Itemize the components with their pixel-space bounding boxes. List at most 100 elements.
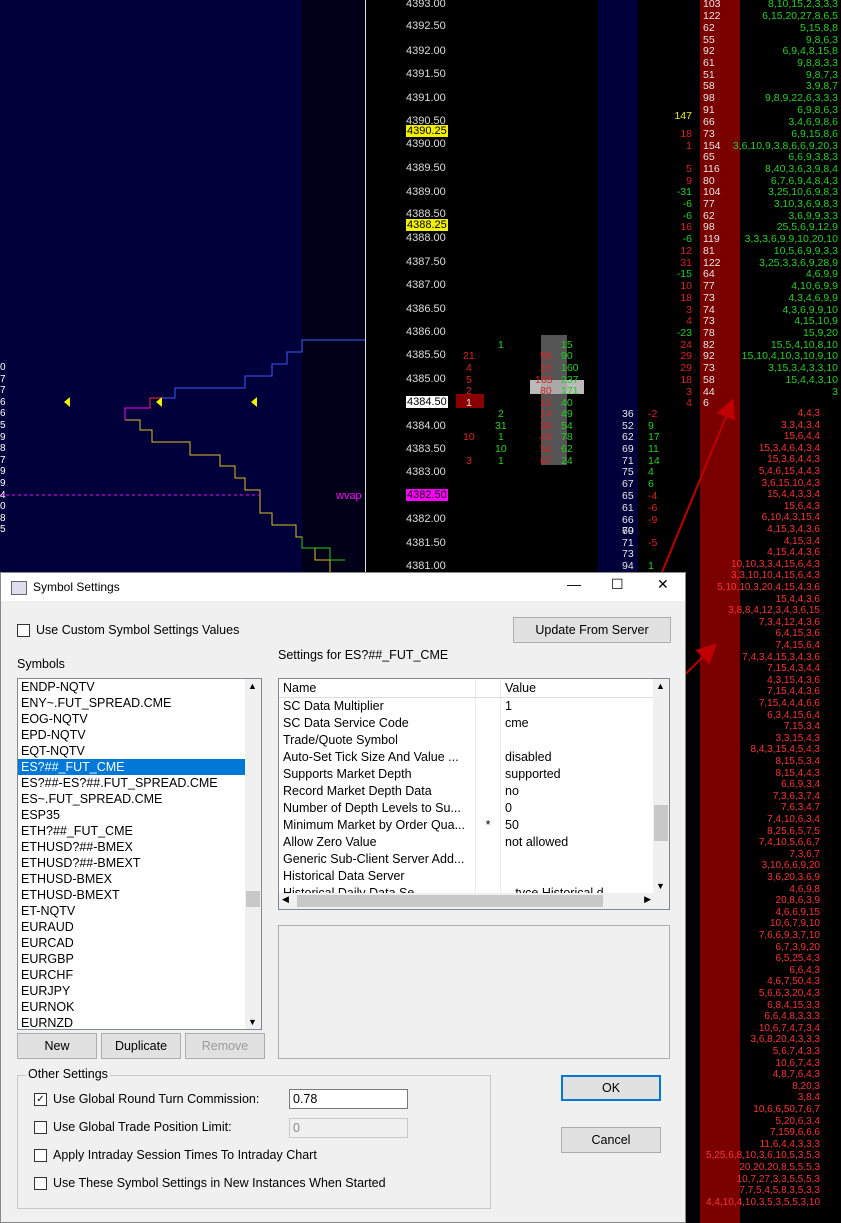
settings-for-label: Settings for ES?##_FUT_CME [278,648,449,662]
setting-name: Minimum Market by Order Qua... [279,817,476,834]
setting-star [476,766,501,783]
symbol-list-item[interactable]: EURNOK [18,999,261,1015]
settings-row[interactable]: Auto-Set Tick Size And Value ... disabled [279,749,669,766]
global-position-input[interactable]: 0 [289,1118,408,1138]
duplicate-button[interactable]: Duplicate [101,1033,181,1059]
settings-row[interactable]: SC Data Multiplier 1 [279,698,669,715]
symbol-list-item[interactable]: EOG-NQTV [18,711,261,727]
grid-hscroll[interactable]: ◀ ▶ [279,893,654,909]
symbol-list-item[interactable]: EURJPY [18,983,261,999]
symbol-list-item[interactable]: ENY~.FUT_SPREAD.CME [18,695,261,711]
setting-star [476,749,501,766]
new-button[interactable]: New [17,1033,97,1059]
description-panel [278,925,670,1059]
setting-value[interactable]: cme [501,715,669,732]
settings-row[interactable]: SC Data Service Code cme [279,715,669,732]
symbol-list-item[interactable]: ES~.FUT_SPREAD.CME [18,791,261,807]
close-icon[interactable]: ✕ [657,576,669,593]
symbol-list-item[interactable]: EURAUD [18,919,261,935]
symbol-list-item[interactable]: ETH?##_FUT_CME [18,823,261,839]
grid-scroll-left-icon[interactable]: ◀ [282,894,289,905]
remove-button[interactable]: Remove [185,1033,265,1059]
maximize-icon[interactable]: ☐ [611,576,624,593]
symbol-list-item[interactable]: ETHUSD-BMEXT [18,887,261,903]
scroll-up-icon[interactable]: ▲ [248,681,257,691]
symbol-list-item[interactable]: EURNZD [18,1015,261,1029]
symbol-list-item[interactable]: ETHUSD?##-BMEXT [18,855,261,871]
global-position-checkbox[interactable] [34,1120,47,1134]
symbols-list[interactable]: ENDP-NQTV ENY~.FUT_SPREAD.CME EOG-NQTV EPD-… [17,678,262,1030]
settings-row[interactable]: Allow Zero Value not allowed [279,834,669,851]
settings-row[interactable]: Supports Market Depth supported [279,766,669,783]
symbol-list-item[interactable]: ESP35 [18,807,261,823]
dialog-titlebar[interactable]: Symbol Settings — ☐ ✕ [1,573,685,601]
setting-value[interactable]: no [501,783,669,800]
scroll-thumb[interactable] [246,891,260,907]
grid-header: Name Value [279,679,669,698]
value-column-header[interactable]: Value [501,679,669,697]
global-commission-input[interactable]: 0.78 [289,1089,408,1109]
global-commission-checkbox[interactable]: ✓ [34,1092,47,1106]
intraday-session-row[interactable]: Apply Intraday Session Times To Intraday… [34,1148,317,1162]
minimize-icon[interactable]: — [567,576,581,592]
name-column-header[interactable]: Name [279,679,476,697]
symbol-list-item[interactable]: EPD-NQTV [18,727,261,743]
setting-value[interactable]: 50 [501,817,669,834]
symbol-list-item[interactable]: EURCHF [18,967,261,983]
setting-star [476,732,501,749]
symbol-list-item[interactable]: EURCAD [18,935,261,951]
grid-scroll-down-icon[interactable]: ▼ [656,881,665,891]
grid-scroll-up-icon[interactable]: ▲ [656,681,665,691]
setting-value[interactable] [501,851,669,868]
grid-scroll-thumb[interactable] [654,805,668,841]
setting-star [476,868,501,885]
setting-star [476,851,501,868]
global-commission-row[interactable]: ✓ Use Global Round Turn Commission: [34,1092,259,1106]
grid-hscroll-thumb[interactable] [297,895,603,907]
other-settings-group: Other Settings ✓ Use Global Round Turn C… [17,1067,491,1209]
grid-scroll-right-icon[interactable]: ▶ [644,894,651,905]
window-icon [11,581,27,595]
new-instances-checkbox[interactable] [34,1176,47,1190]
new-instances-row[interactable]: Use These Symbol Settings in New Instanc… [34,1176,386,1190]
setting-value[interactable]: 0 [501,800,669,817]
symbol-list-item[interactable]: ET-NQTV [18,903,261,919]
use-custom-checkbox-row[interactable]: Use Custom Symbol Settings Values [17,623,239,637]
scroll-down-icon[interactable]: ▼ [248,1017,257,1027]
cancel-button[interactable]: Cancel [561,1127,661,1153]
symbols-scrollbar[interactable]: ▲ ▼ [245,679,261,1029]
setting-value[interactable] [501,868,669,885]
symbols-label: Symbols [17,657,65,671]
global-position-row[interactable]: Use Global Trade Position Limit: [34,1120,232,1134]
ok-button[interactable]: OK [561,1075,661,1101]
dialog-title: Symbol Settings [33,580,120,594]
intraday-session-checkbox[interactable] [34,1148,47,1162]
settings-row[interactable]: Number of Depth Levels to Su... 0 [279,800,669,817]
setting-name: Generic Sub-Client Server Add... [279,851,476,868]
settings-row[interactable]: Record Market Depth Data no [279,783,669,800]
settings-row[interactable]: Trade/Quote Symbol [279,732,669,749]
settings-row[interactable]: Minimum Market by Order Qua... * 50 [279,817,669,834]
symbol-list-item[interactable]: ETHUSD-BMEX [18,871,261,887]
symbol-list-item[interactable]: ETHUSD?##-BMEX [18,839,261,855]
symbol-list-item[interactable]: EQT-NQTV [18,743,261,759]
setting-star [476,834,501,851]
setting-name: Record Market Depth Data [279,783,476,800]
symbol-list-item[interactable]: ES?##-ES?##.FUT_SPREAD.CME [18,775,261,791]
settings-grid[interactable]: Name Value SC Data Multiplier 1 SC Data Se… [278,678,670,910]
symbol-list-item[interactable]: ENDP-NQTV [18,679,261,695]
symbol-list-item[interactable]: EURGBP [18,951,261,967]
settings-row[interactable]: Generic Sub-Client Server Add... [279,851,669,868]
setting-value[interactable]: supported [501,766,669,783]
setting-star [476,783,501,800]
setting-value[interactable] [501,732,669,749]
setting-value[interactable]: not allowed [501,834,669,851]
setting-value[interactable]: disabled [501,749,669,766]
star-column-header[interactable] [476,679,501,697]
update-from-server-button[interactable]: Update From Server [513,617,671,643]
settings-row[interactable]: Historical Data Server [279,868,669,885]
setting-value[interactable]: 1 [501,698,669,715]
symbol-list-item[interactable]: ES?##_FUT_CME [18,759,261,775]
use-custom-checkbox[interactable] [17,623,30,637]
grid-vscroll[interactable]: ▲ ▼ [653,679,669,909]
